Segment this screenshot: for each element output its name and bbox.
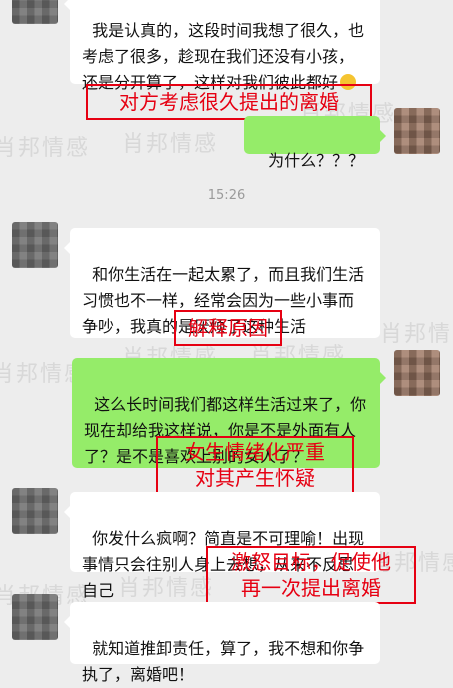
incoming-message-bubble[interactable]: 就知道推卸责任，算了，我不想和你争执了，离婚吧！ [64, 602, 380, 684]
watermark: 肖邦情感 [380, 322, 453, 347]
message-text: 我是认真的，这段时间我想了很久，也考虑了很多，趁现在我们还没有小孩，还是分开算了… [82, 21, 365, 92]
message-text: 为什么？？？ [268, 151, 365, 170]
incoming-message-bubble[interactable]: 我是认真的，这段时间我想了很久，也考虑了很多，趁现在我们还没有小孩，还是分开算了… [64, 0, 380, 92]
user-avatar[interactable] [394, 350, 440, 396]
outgoing-message-bubble[interactable]: 为什么？？？ [244, 116, 386, 170]
annotation-label: 对方考虑很久提出的离婚 [86, 84, 372, 120]
contact-avatar[interactable] [12, 0, 58, 24]
message-text: 就知道推卸责任，算了，我不想和你争执了，离婚吧！ [82, 639, 365, 684]
watermark: 肖邦情感 [0, 136, 91, 161]
user-avatar[interactable] [394, 108, 440, 154]
contact-avatar[interactable] [12, 222, 58, 268]
watermark: 肖邦情感 [122, 132, 219, 157]
annotation-label: 女生情绪化严重 对其产生怀疑 [156, 436, 354, 494]
contact-avatar[interactable] [12, 594, 58, 640]
annotation-label: 激怒目标，促使他 再一次提出离婚 [206, 546, 416, 604]
chat-timestamp: 15:26 [207, 188, 246, 203]
contact-avatar[interactable] [12, 488, 58, 534]
annotation-label: 解释原因 [174, 310, 282, 346]
